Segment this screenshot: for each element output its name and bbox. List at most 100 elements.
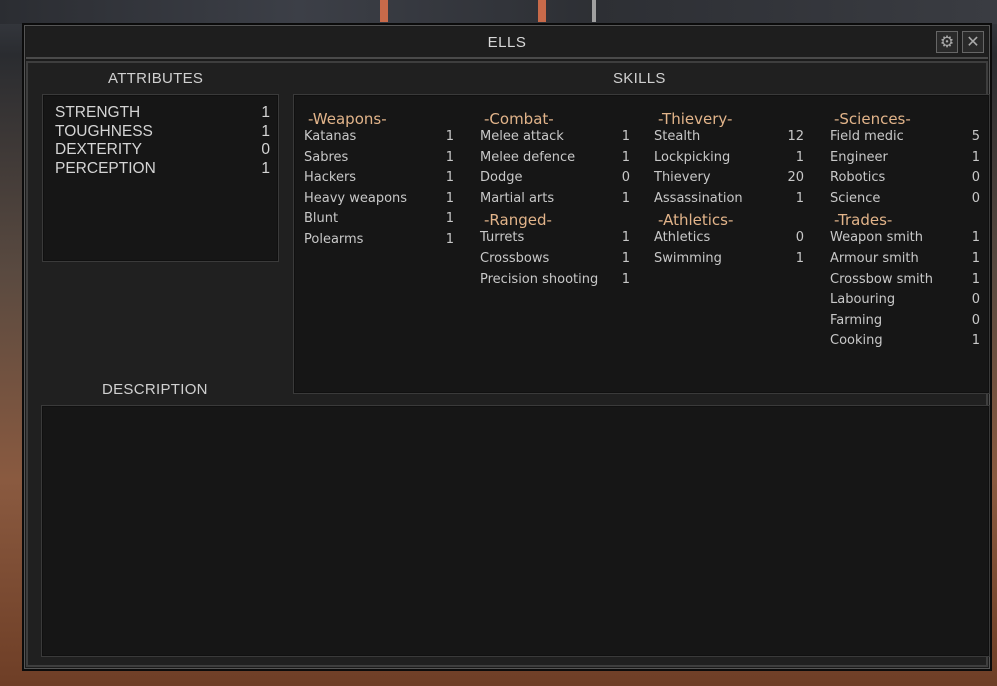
skills-panel: -Weapons- Katanas 1 Sabres 1 Hackers 1 Heavy we… xyxy=(293,94,990,394)
skill-row[interactable]: Turrets 1 xyxy=(480,230,630,248)
skill-label: Heavy weapons xyxy=(304,190,408,206)
window-body: ATTRIBUTES STRENGTH 1 TOUGHNESS 1 DEXTERITY 0… xyxy=(26,61,990,667)
skill-value: 1 xyxy=(971,230,980,246)
skill-category-athletics: -Athletics- xyxy=(658,211,734,230)
attribute-row-dexterity[interactable]: DEXTERITY 0 xyxy=(55,141,270,160)
skill-row[interactable]: Engineer 1 xyxy=(830,150,980,168)
skill-value: 0 xyxy=(971,312,980,328)
skill-label: Science xyxy=(830,190,881,206)
skill-category-trades: -Trades- xyxy=(834,211,893,230)
skill-row[interactable]: Melee defence 1 xyxy=(480,150,630,168)
skill-value: 0 xyxy=(971,190,980,206)
skill-value: 1 xyxy=(795,251,804,266)
skill-row[interactable]: Assassination 1 xyxy=(654,191,804,209)
attribute-row-toughness[interactable]: TOUGHNESS 1 xyxy=(55,123,270,142)
skill-label: Lockpicking xyxy=(654,149,731,165)
skill-row[interactable]: Dodge 0 xyxy=(480,170,630,188)
skill-row[interactable]: Crossbow smith 1 xyxy=(830,272,980,290)
skill-label: Melee attack xyxy=(480,129,564,144)
skills-column: -Weapons- Katanas 1 Sabres 1 Hackers 1 Heavy we… xyxy=(304,95,454,385)
skill-label: Martial arts xyxy=(480,190,555,206)
skill-row[interactable]: Sabres 1 xyxy=(304,150,454,168)
skill-value: 12 xyxy=(787,129,804,144)
skill-label: Athletics xyxy=(654,230,711,246)
attribute-row-strength[interactable]: STRENGTH 1 xyxy=(55,104,270,123)
skill-row[interactable]: Robotics 0 xyxy=(830,170,980,188)
skill-value: 20 xyxy=(787,170,804,186)
skill-label: Cooking xyxy=(830,333,883,349)
skill-row[interactable]: Weapon smith 1 xyxy=(830,230,980,248)
skill-category-weapons: -Weapons- xyxy=(308,110,387,128)
attributes-panel: STRENGTH 1 TOUGHNESS 1 DEXTERITY 0 PERCEPTION 1 xyxy=(42,94,279,262)
skill-label: Weapon smith xyxy=(830,230,924,246)
description-panel[interactable] xyxy=(41,405,990,657)
close-icon: ✕ xyxy=(966,32,980,51)
skill-row[interactable]: Crossbows 1 xyxy=(480,251,630,269)
skill-value: 0 xyxy=(621,170,630,186)
skill-row[interactable]: Precision shooting 1 xyxy=(480,272,630,290)
skill-value: 0 xyxy=(971,292,980,308)
attribute-label: TOUGHNESS xyxy=(55,122,153,140)
skill-row[interactable]: Heavy weapons 1 xyxy=(304,191,454,209)
skills-column: -Sciences- Field medic 5 Engineer 1 Robotics 0… xyxy=(830,95,980,385)
skill-row[interactable]: Polearms 1 xyxy=(304,232,454,250)
skill-label: Crossbow smith xyxy=(830,271,933,287)
skill-value: 1 xyxy=(971,149,980,165)
skill-value: 1 xyxy=(445,232,454,247)
skill-category-combat: -Combat- xyxy=(484,110,554,128)
attribute-label: PERCEPTION xyxy=(55,159,156,177)
skill-value: 1 xyxy=(621,190,630,206)
titlebar[interactable]: ELLS ⚙ ✕ xyxy=(26,27,988,59)
skill-row[interactable]: Lockpicking 1 xyxy=(654,150,804,168)
attribute-row-perception[interactable]: PERCEPTION 1 xyxy=(55,160,270,179)
skill-row[interactable]: Thievery 20 xyxy=(654,170,804,188)
skill-row[interactable]: Athletics 0 xyxy=(654,230,804,248)
attribute-label: DEXTERITY xyxy=(55,141,142,158)
skill-row[interactable]: Swimming 1 xyxy=(654,251,804,269)
skill-label: Swimming xyxy=(654,251,722,266)
background-detail xyxy=(380,0,388,22)
skill-row[interactable]: Field medic 5 xyxy=(830,129,980,147)
skill-label: Stealth xyxy=(654,129,701,144)
background-scene xyxy=(0,0,997,24)
settings-button[interactable]: ⚙ xyxy=(936,31,958,53)
skill-label: Thievery xyxy=(654,170,711,186)
skill-label: Field medic xyxy=(830,129,904,144)
background-detail xyxy=(592,0,596,22)
skill-row[interactable]: Hackers 1 xyxy=(304,170,454,188)
attribute-label: STRENGTH xyxy=(55,104,141,121)
background-detail xyxy=(538,0,546,22)
skill-label: Precision shooting xyxy=(480,271,599,287)
skill-label: Farming xyxy=(830,312,883,328)
skill-value: 1 xyxy=(795,149,804,165)
attribute-value: 1 xyxy=(261,159,270,177)
skill-value: 1 xyxy=(971,251,980,266)
skill-value: 1 xyxy=(621,271,630,287)
skill-value: 1 xyxy=(445,211,454,227)
skill-label: Armour smith xyxy=(830,251,919,266)
skill-row[interactable]: Armour smith 1 xyxy=(830,251,980,269)
skill-row[interactable]: Cooking 1 xyxy=(830,333,980,351)
skill-label: Assassination xyxy=(654,190,743,206)
skill-value: 1 xyxy=(621,149,630,165)
skill-category-thievery: -Thievery- xyxy=(658,110,733,128)
skill-row[interactable]: Labouring 0 xyxy=(830,292,980,310)
skill-row[interactable]: Melee attack 1 xyxy=(480,129,630,147)
description-heading: DESCRIPTION xyxy=(102,381,208,398)
skill-label: Sabres xyxy=(304,149,349,165)
skill-row[interactable]: Katanas 1 xyxy=(304,129,454,147)
attribute-value: 0 xyxy=(261,141,270,158)
skill-row[interactable]: Stealth 12 xyxy=(654,129,804,147)
skill-row[interactable]: Blunt 1 xyxy=(304,211,454,229)
skill-value: 1 xyxy=(621,129,630,144)
skill-row[interactable]: Martial arts 1 xyxy=(480,191,630,209)
skill-label: Blunt xyxy=(304,211,339,227)
description-text xyxy=(42,406,989,422)
skill-label: Melee defence xyxy=(480,149,576,165)
gear-icon: ⚙ xyxy=(939,32,955,51)
skill-row[interactable]: Farming 0 xyxy=(830,313,980,331)
skill-row[interactable]: Science 0 xyxy=(830,191,980,209)
close-button[interactable]: ✕ xyxy=(962,31,984,53)
skill-category-sciences: -Sciences- xyxy=(834,110,911,128)
attributes-heading: ATTRIBUTES xyxy=(108,70,204,87)
